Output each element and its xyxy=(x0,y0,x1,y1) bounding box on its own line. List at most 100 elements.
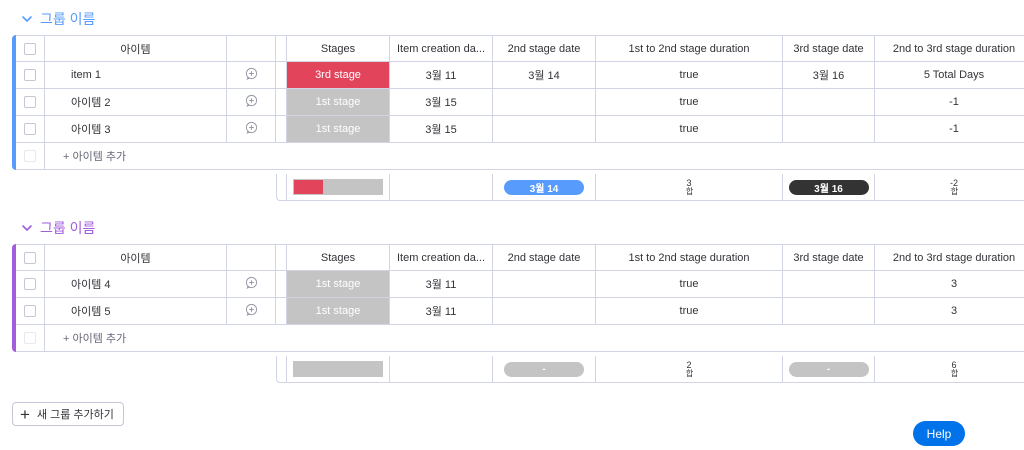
add-item-input[interactable]: + 아이템 추가 xyxy=(45,143,1024,170)
row-checkbox[interactable] xyxy=(24,42,36,55)
summary-sum-unit: 합 xyxy=(950,369,959,377)
stage-status[interactable]: 1st stage xyxy=(287,271,389,297)
column-header-1st-2nd-duration[interactable]: 1st to 2nd stage duration xyxy=(596,245,783,271)
summary-sum-unit: 합 xyxy=(949,187,959,195)
item-name[interactable]: 아이템 5 xyxy=(45,298,227,325)
stage-cell[interactable]: 1st stage xyxy=(287,89,390,116)
row-checkbox-cell xyxy=(16,271,45,298)
stage-3-date[interactable] xyxy=(783,298,875,325)
duration-2-3: 3 xyxy=(875,271,1024,298)
duration-1-2: true xyxy=(596,298,783,325)
summary-row: 3월 14 3 합 3월 16 -2 합 xyxy=(276,174,1024,201)
row-checkbox-cell xyxy=(16,36,45,62)
add-new-group-button[interactable]: + 새 그룹 추가하기 xyxy=(12,402,124,426)
stage-progress-bar xyxy=(293,361,383,377)
column-gap xyxy=(276,62,287,89)
item-name[interactable]: 아이템 4 xyxy=(45,271,227,298)
stage-progress-segment xyxy=(294,362,382,376)
add-update-cell xyxy=(227,62,276,89)
stage-2-date[interactable] xyxy=(493,89,596,116)
column-header-2nd-stage-date[interactable]: 2nd stage date xyxy=(493,245,596,271)
add-update-icon[interactable] xyxy=(245,121,258,137)
stage-2-date[interactable]: 3월 14 xyxy=(493,62,596,89)
group-header[interactable]: 그룹 이름 xyxy=(20,9,95,29)
row-checkbox-cell xyxy=(16,89,45,116)
stage-progress-bar xyxy=(293,179,383,195)
group-title[interactable]: 그룹 이름 xyxy=(40,218,95,238)
column-header-item[interactable]: 아이템 xyxy=(45,36,227,62)
stage-3-date[interactable] xyxy=(783,271,875,298)
add-update-icon[interactable] xyxy=(245,67,258,83)
row-checkbox-cell xyxy=(16,245,45,271)
stage-progress-segment xyxy=(323,180,382,194)
item-name[interactable]: item 1 xyxy=(45,62,227,89)
stage-cell[interactable]: 3rd stage xyxy=(287,62,390,89)
column-header-stages[interactable]: Stages xyxy=(287,36,390,62)
column-header-creation[interactable]: Item creation da... xyxy=(390,245,493,271)
column-header-3rd-stage-date[interactable]: 3rd stage date xyxy=(783,36,875,62)
column-header-stages[interactable]: Stages xyxy=(287,245,390,271)
stage-3-date[interactable] xyxy=(783,116,875,143)
add-update-icon[interactable] xyxy=(245,94,258,110)
column-gap xyxy=(276,36,287,62)
summary-2nd-stage-date: - xyxy=(493,356,596,383)
summary-sum-unit: 합 xyxy=(685,187,694,195)
creation-date[interactable]: 3월 11 xyxy=(390,298,493,325)
group-header[interactable]: 그룹 이름 xyxy=(20,218,95,238)
stage-cell[interactable]: 1st stage xyxy=(287,271,390,298)
add-update-cell xyxy=(227,89,276,116)
row-checkbox[interactable] xyxy=(24,278,36,290)
stage-status[interactable]: 1st stage xyxy=(287,116,389,142)
column-header-item[interactable]: 아이템 xyxy=(45,245,227,271)
table-row: 아이템 3 1st stage 3월 15 true -1 xyxy=(16,116,1024,143)
stage-status[interactable]: 1st stage xyxy=(287,89,389,115)
creation-date[interactable]: 3월 11 xyxy=(390,62,493,89)
item-name[interactable]: 아이템 2 xyxy=(45,89,227,116)
row-checkbox-cell xyxy=(16,298,45,325)
row-checkbox[interactable] xyxy=(24,305,36,317)
stage-3-date[interactable] xyxy=(783,89,875,116)
summary-2nd-stage-date: 3월 14 xyxy=(493,174,596,201)
summary-duration-2-3: -2 합 xyxy=(875,174,1024,201)
stage-cell[interactable]: 1st stage xyxy=(287,298,390,325)
creation-date[interactable]: 3월 11 xyxy=(390,271,493,298)
summary-sum: 3합 xyxy=(685,178,694,196)
creation-date[interactable]: 3월 15 xyxy=(390,116,493,143)
stage-status[interactable]: 1st stage xyxy=(287,298,389,324)
column-header-creation[interactable]: Item creation da... xyxy=(390,36,493,62)
column-header-2nd-stage-date[interactable]: 2nd stage date xyxy=(493,36,596,62)
column-header-2nd-3rd-duration[interactable]: 2nd to 3rd stage duration xyxy=(875,36,1024,62)
row-checkbox[interactable] xyxy=(24,69,36,81)
add-update-icon[interactable] xyxy=(245,276,258,292)
stage-2-date[interactable] xyxy=(493,271,596,298)
summary-creation xyxy=(390,174,493,201)
creation-date[interactable]: 3월 15 xyxy=(390,89,493,116)
chevron-down-icon[interactable] xyxy=(20,12,34,26)
row-checkbox[interactable] xyxy=(24,96,36,108)
group-title[interactable]: 그룹 이름 xyxy=(40,9,95,29)
add-update-icon[interactable] xyxy=(245,303,258,319)
stage-status[interactable]: 3rd stage xyxy=(287,62,389,88)
summary-gap xyxy=(276,356,287,383)
summary-3rd-stage-date: 3월 16 xyxy=(783,174,875,201)
column-gap xyxy=(276,271,287,298)
column-header-1st-2nd-duration[interactable]: 1st to 2nd stage duration xyxy=(596,36,783,62)
help-button[interactable]: Help xyxy=(913,421,965,446)
date-range-pill: 3월 16 xyxy=(788,179,869,195)
stage-2-date[interactable] xyxy=(493,116,596,143)
stage-3-date[interactable]: 3월 16 xyxy=(783,62,875,89)
column-header-2nd-3rd-duration[interactable]: 2nd to 3rd stage duration xyxy=(875,245,1024,271)
duration-1-2: true xyxy=(596,89,783,116)
chevron-down-icon[interactable] xyxy=(20,221,34,235)
summary-sum-value: 3 xyxy=(686,178,692,188)
stage-2-date[interactable] xyxy=(493,298,596,325)
add-item-input[interactable]: + 아이템 추가 xyxy=(45,325,1024,352)
table-row: item 1 3rd stage 3월 11 3월 14 true 3월 16 5 Tota… xyxy=(16,62,1024,89)
summary-3rd-stage-date: - xyxy=(783,356,875,383)
column-header-3rd-stage-date[interactable]: 3rd stage date xyxy=(783,245,875,271)
summary-sum: 2합 xyxy=(685,361,694,378)
row-checkbox[interactable] xyxy=(24,251,36,264)
row-checkbox[interactable] xyxy=(24,123,36,135)
stage-cell[interactable]: 1st stage xyxy=(287,116,390,143)
item-name[interactable]: 아이템 3 xyxy=(45,116,227,143)
